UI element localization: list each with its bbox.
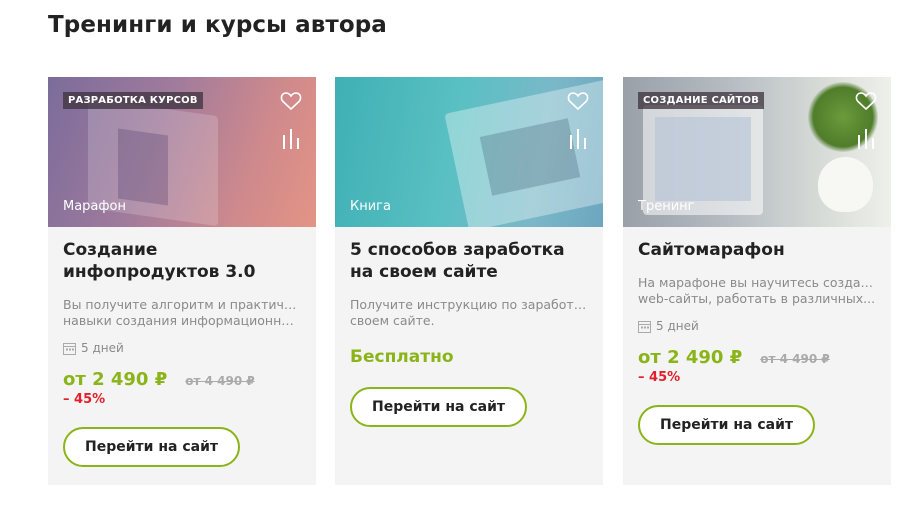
go-to-site-button[interactable]: Перейти на сайт bbox=[63, 427, 240, 467]
description-line: Вы получите алгоритм и практические bbox=[63, 297, 301, 312]
price: от 2 490 ₽ bbox=[638, 347, 743, 368]
course-type: Книга bbox=[350, 199, 391, 214]
course-thumbnail[interactable]: Книга bbox=[335, 77, 603, 227]
price-row: от 2 490 ₽ от 4 490 ₽ bbox=[63, 369, 301, 390]
duration-text: 5 дней bbox=[656, 319, 699, 333]
description-line: навыки создания информационного... bbox=[63, 313, 301, 328]
page: Тренинги и курсы автора РАЗРАБОТКА КУРСО… bbox=[0, 0, 919, 524]
discount-badge: – 45% bbox=[638, 370, 681, 385]
category-tag[interactable]: СОЗДАНИЕ САЙТОВ bbox=[638, 92, 765, 109]
calendar-icon bbox=[638, 320, 651, 333]
price: от 2 490 ₽ bbox=[63, 369, 168, 390]
duration-text: 5 дней bbox=[81, 341, 124, 355]
old-price: от 4 490 ₽ bbox=[185, 374, 255, 388]
calendar-icon bbox=[63, 342, 76, 355]
thumbnail-image-detail bbox=[655, 117, 751, 201]
description-line: Получите инструкцию по заработку на bbox=[350, 297, 588, 312]
go-to-site-button[interactable]: Перейти на сайт bbox=[350, 387, 527, 427]
card-body: Сайтомарафон На марафоне вы научитесь со… bbox=[623, 227, 891, 445]
thumbnail-pot bbox=[818, 157, 873, 212]
course-cards: РАЗРАБОТКА КУРСОВ Марафон Создание инфоп… bbox=[48, 77, 891, 485]
heart-icon[interactable] bbox=[855, 91, 877, 111]
course-duration: 5 дней bbox=[63, 341, 301, 355]
course-description: На марафоне вы научитесь создавать web-с… bbox=[638, 275, 876, 307]
price-free: Бесплатно bbox=[350, 347, 454, 367]
price-row: от 2 490 ₽ от 4 490 ₽ bbox=[638, 347, 876, 368]
course-type: Тренинг bbox=[638, 199, 695, 214]
course-description: Вы получите алгоритм и практические навы… bbox=[63, 297, 301, 329]
bar-chart-icon[interactable] bbox=[569, 129, 587, 149]
course-title[interactable]: Сайтомарафон bbox=[638, 239, 876, 261]
course-card[interactable]: СОЗДАНИЕ САЙТОВ Тренинг Сайтомарафон На … bbox=[623, 77, 891, 485]
thumbnail-image-detail bbox=[118, 128, 168, 206]
course-title[interactable]: 5 способов заработка на своем сайте bbox=[350, 239, 588, 283]
course-thumbnail[interactable]: РАЗРАБОТКА КУРСОВ Марафон bbox=[48, 77, 316, 227]
course-thumbnail[interactable]: СОЗДАНИЕ САЙТОВ Тренинг bbox=[623, 77, 891, 227]
heart-icon[interactable] bbox=[567, 91, 589, 111]
course-title[interactable]: Создание инфопродуктов 3.0 bbox=[63, 239, 301, 283]
course-card[interactable]: РАЗРАБОТКА КУРСОВ Марафон Создание инфоп… bbox=[48, 77, 316, 485]
description-line: web-сайты, работать в различных... bbox=[638, 291, 876, 306]
card-body: 5 способов заработка на своем сайте Полу… bbox=[335, 227, 603, 427]
old-price: от 4 490 ₽ bbox=[760, 352, 830, 366]
bar-chart-icon[interactable] bbox=[282, 129, 300, 149]
card-body: Создание инфопродуктов 3.0 Вы получите а… bbox=[48, 227, 316, 467]
course-card[interactable]: Книга 5 способов заработка на своем сайт… bbox=[335, 77, 603, 485]
go-to-site-button[interactable]: Перейти на сайт bbox=[638, 405, 815, 445]
description-line: своем сайте. bbox=[350, 313, 435, 328]
heart-icon[interactable] bbox=[280, 91, 302, 111]
course-type: Марафон bbox=[63, 199, 126, 214]
bar-chart-icon[interactable] bbox=[857, 129, 875, 149]
discount-badge: – 45% bbox=[63, 392, 106, 407]
category-tag[interactable]: РАЗРАБОТКА КУРСОВ bbox=[63, 92, 203, 109]
course-description: Получите инструкцию по заработку на свое… bbox=[350, 297, 588, 329]
description-line: На марафоне вы научитесь создавать bbox=[638, 275, 876, 290]
section-title: Тренинги и курсы автора bbox=[48, 12, 387, 38]
course-duration: 5 дней bbox=[638, 319, 876, 333]
